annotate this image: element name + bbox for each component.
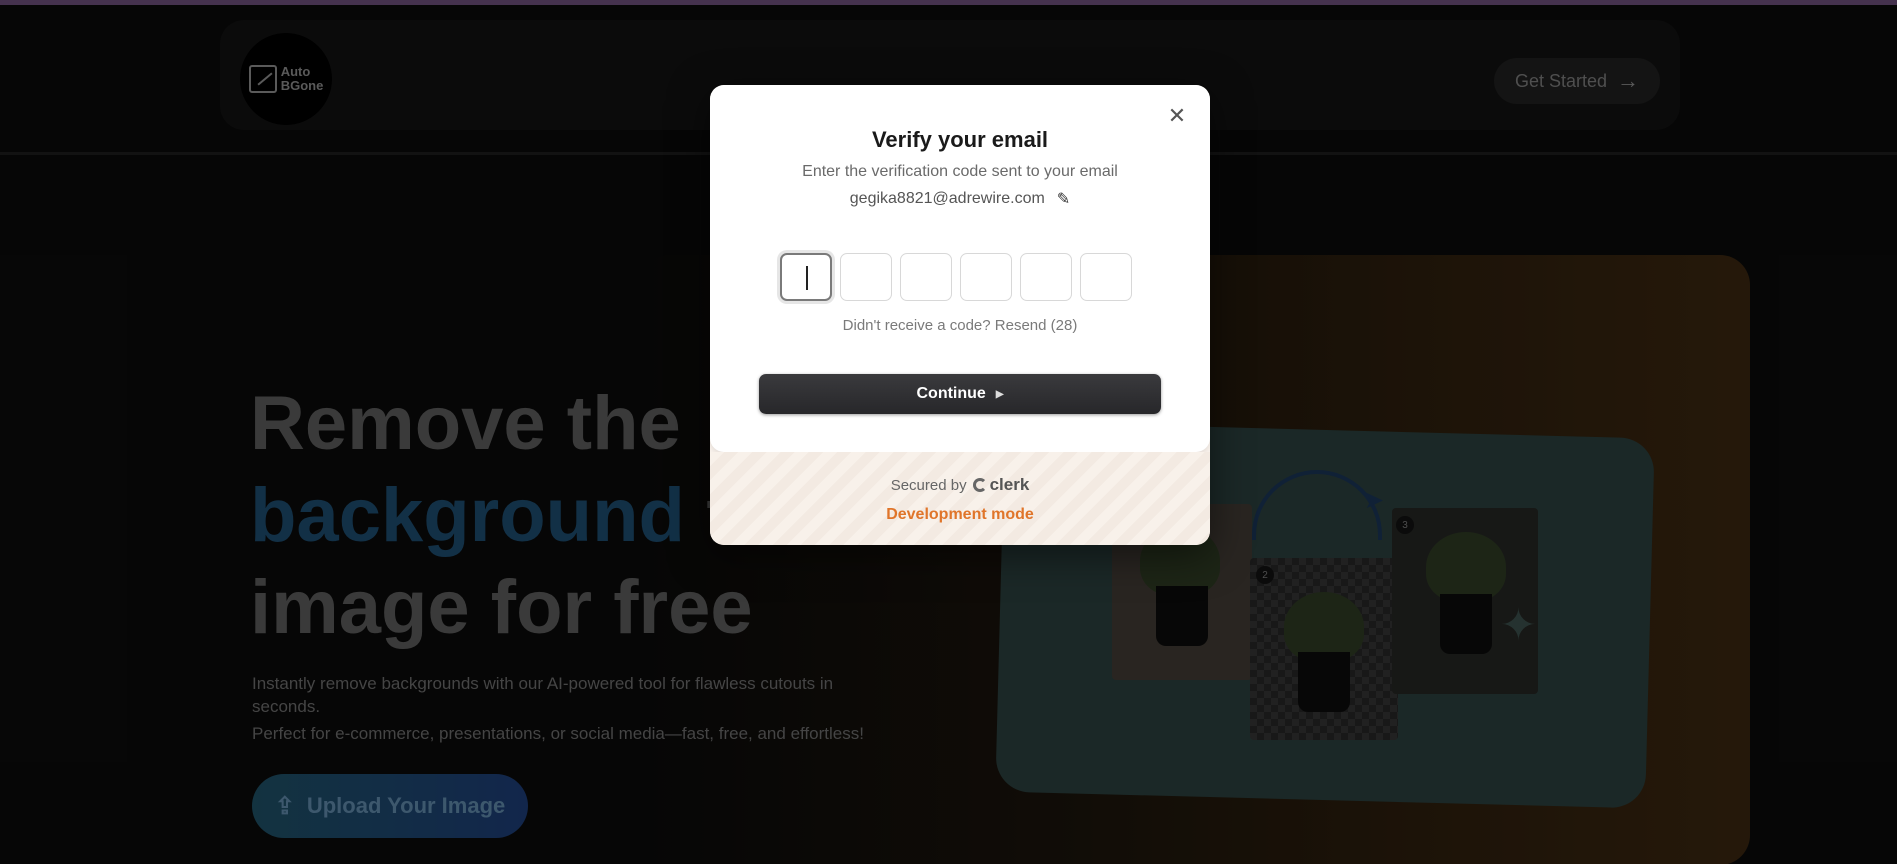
development-mode-badge: Development mode <box>886 506 1034 523</box>
verify-email-modal: ✕ Verify your email Enter the verificati… <box>710 85 1210 545</box>
otp-digit-1[interactable] <box>780 253 832 301</box>
email-address: gegika8821@adrewire.com <box>849 189 1045 207</box>
clerk-icon <box>972 478 987 492</box>
otp-digit-6[interactable] <box>1080 253 1132 301</box>
continue-button[interactable]: Continue ▶ <box>759 374 1161 414</box>
secured-by: Secured by clerk <box>710 475 1210 495</box>
caret-right-icon: ▶ <box>995 388 1004 400</box>
modal-subtitle: Enter the verification code sent to your… <box>802 163 1118 180</box>
otp-digit-5[interactable] <box>1020 253 1072 301</box>
secured-by-label: Secured by <box>890 476 967 494</box>
otp-code-inputs <box>780 253 1140 301</box>
modal-footer: Secured by clerk Development mode <box>710 452 1210 545</box>
continue-label: Continue <box>916 385 986 402</box>
edit-pencil-icon[interactable]: ✎ <box>1057 189 1070 208</box>
close-icon[interactable]: ✕ <box>1165 105 1189 129</box>
email-row: gegika8821@adrewire.com ✎ <box>710 189 1210 208</box>
otp-digit-3[interactable] <box>900 253 952 301</box>
clerk-logo[interactable]: clerk <box>972 475 1029 495</box>
modal-card: ✕ Verify your email Enter the verificati… <box>710 85 1210 452</box>
modal-title: Verify your email <box>871 127 1049 152</box>
otp-digit-2[interactable] <box>840 253 892 301</box>
resend-code-link[interactable]: Didn't receive a code? Resend (28) <box>710 317 1210 334</box>
otp-digit-4[interactable] <box>960 253 1012 301</box>
